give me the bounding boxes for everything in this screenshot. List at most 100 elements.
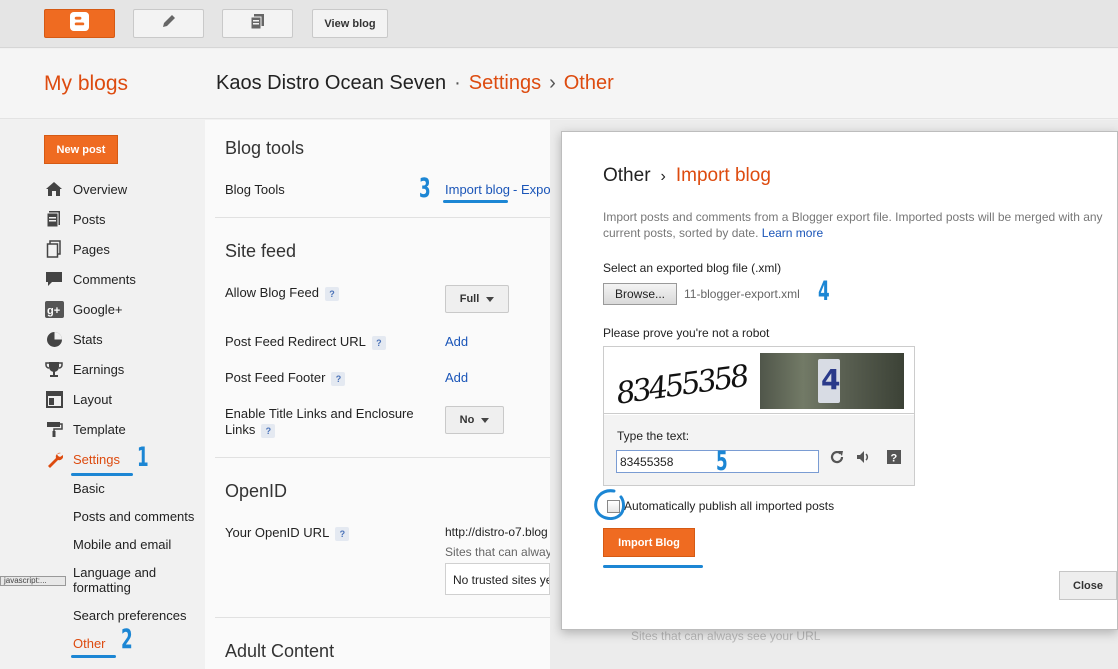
- browse-button[interactable]: Browse...: [603, 283, 677, 305]
- help-icon[interactable]: ?: [261, 423, 276, 438]
- selected-filename: 11-blogger-export.xml: [684, 287, 800, 301]
- sidebar-item-label: Overview: [73, 181, 128, 197]
- dropdown-value: No: [459, 414, 475, 426]
- documents-icon: [250, 13, 266, 35]
- breadcrumb-dot: ·: [454, 72, 461, 94]
- sidebar-item-layout[interactable]: Layout: [44, 389, 204, 409]
- svg-text:83455358: 83455358: [614, 358, 752, 411]
- annotation-number-2: 2: [121, 624, 133, 655]
- home-icon: [44, 180, 64, 198]
- breadcrumb: Kaos Distro Ocean Seven · Settings › Other: [216, 72, 614, 95]
- post-feed-redirect-row: Post Feed Redirect URL?: [225, 334, 386, 350]
- sidebar-subitem-other[interactable]: Other: [73, 636, 106, 651]
- sidebar-subitem-posts-comments[interactable]: Posts and comments: [73, 509, 194, 524]
- paint-roller-icon: [44, 420, 64, 438]
- post-feed-footer-label: Post Feed Footer: [225, 370, 326, 385]
- sidebar-item-label: Posts: [73, 211, 106, 227]
- view-blog-button[interactable]: View blog: [312, 9, 388, 38]
- blog-tools-dash: -: [513, 182, 518, 197]
- captcha-image: 83455358 4: [604, 347, 914, 414]
- posts-list-button[interactable]: [222, 9, 293, 38]
- help-icon[interactable]: ?: [335, 526, 350, 541]
- description-text: Import posts and comments from a Blogger…: [603, 210, 1103, 240]
- annotation-underline-import-button: [603, 565, 703, 568]
- wrench-icon: [44, 450, 64, 468]
- trusted-sites-note: Sites that can alway: [445, 545, 552, 559]
- import-blog-link[interactable]: Import blog: [445, 182, 510, 197]
- title-links-dropdown[interactable]: No: [445, 406, 504, 434]
- help-icon[interactable]: ?: [324, 286, 339, 301]
- import-blog-button[interactable]: Import Blog: [603, 528, 695, 557]
- divider: [215, 617, 550, 618]
- allow-blog-feed-dropdown[interactable]: Full: [445, 285, 509, 313]
- audio-icon[interactable]: [854, 448, 872, 466]
- captcha-photo-digit: 4: [821, 363, 841, 396]
- javascript-status-tag: javascript:...: [0, 576, 66, 586]
- sidebar-item-earnings[interactable]: Earnings: [44, 359, 204, 379]
- footer-add-link[interactable]: Add: [445, 370, 468, 385]
- trusted-sites-box: No trusted sites ye: [445, 563, 550, 595]
- sidebar-item-google-plus[interactable]: g+ Google+: [44, 299, 204, 319]
- sidebar-item-stats[interactable]: Stats: [44, 329, 204, 349]
- dialog-crumb-separator: ›: [660, 168, 666, 185]
- sidebar-item-template[interactable]: Template: [44, 419, 204, 439]
- sidebar-item-overview[interactable]: Overview: [44, 179, 204, 199]
- title-links-label: Enable Title Links and Enclosure Links: [225, 406, 414, 437]
- type-text-label: Type the text:: [617, 429, 690, 443]
- sidebar-item-label: Comments: [73, 271, 136, 287]
- svg-text:g+: g+: [47, 305, 60, 317]
- my-blogs-link[interactable]: My blogs: [44, 72, 128, 96]
- annotation-number-3: 3: [419, 173, 431, 204]
- help-icon[interactable]: ?: [371, 335, 386, 350]
- annotation-underline-import: [443, 200, 508, 203]
- dropdown-value: Full: [459, 293, 480, 305]
- redirect-add-link[interactable]: Add: [445, 334, 468, 349]
- breadcrumb-other: Other: [563, 72, 614, 94]
- sidebar-item-pages[interactable]: Pages: [44, 239, 204, 259]
- stats-icon: [44, 330, 64, 348]
- allow-blog-feed-row: Allow Blog Feed?: [225, 285, 339, 301]
- sidebar-item-label: Layout: [73, 391, 113, 407]
- refresh-icon[interactable]: [828, 448, 846, 466]
- openid-url-value: http://distro-o7.blog: [445, 525, 548, 539]
- dialog-crumb-import: Import blog: [675, 165, 771, 186]
- learn-more-link[interactable]: Learn more: [762, 226, 823, 240]
- title-links-row: Enable Title Links and Enclosure Links?: [225, 406, 430, 438]
- blog-tools-label: Blog Tools: [225, 182, 285, 197]
- openid-url-row: Your OpenID URL?: [225, 525, 350, 541]
- post-feed-redirect-label: Post Feed Redirect URL: [225, 334, 366, 349]
- new-post-pencil-button[interactable]: [133, 9, 204, 38]
- breadcrumb-settings[interactable]: Settings: [469, 72, 541, 94]
- blogger-logo-button[interactable]: [44, 9, 115, 38]
- annotation-circle-checkbox: [594, 489, 625, 520]
- captcha-help-icon[interactable]: ?: [885, 448, 903, 466]
- sidebar-subitem-search-preferences[interactable]: Search preferences: [73, 608, 186, 623]
- sidebar-item-label: Template: [73, 421, 126, 437]
- sidebar-subitem-mobile-email[interactable]: Mobile and email: [73, 537, 171, 552]
- sidebar-item-posts[interactable]: Posts: [44, 209, 204, 229]
- robot-check-label: Please prove you're not a robot: [603, 326, 770, 340]
- section-title-openid: OpenID: [225, 481, 288, 501]
- sidebar-item-comments[interactable]: Comments: [44, 269, 204, 289]
- comments-icon: [44, 270, 64, 288]
- section-title-adult-content: Adult Content: [225, 641, 335, 661]
- sidebar-item-label: Settings: [73, 451, 120, 467]
- breadcrumb-blog-name: Kaos Distro Ocean Seven: [216, 72, 447, 94]
- sidebar-item-settings[interactable]: Settings: [44, 449, 204, 469]
- sidebar-subitem-basic[interactable]: Basic: [73, 481, 105, 496]
- help-icon[interactable]: ?: [331, 371, 346, 386]
- dialog-crumb-other[interactable]: Other: [603, 165, 651, 186]
- sidebar-subitem-language-formatting[interactable]: Language and formatting: [73, 565, 183, 595]
- export-blog-link[interactable]: Expo: [521, 182, 551, 197]
- new-post-button[interactable]: New post: [44, 135, 118, 164]
- annotation-number-4: 4: [818, 276, 830, 307]
- post-feed-footer-row: Post Feed Footer?: [225, 370, 346, 386]
- openid-url-label: Your OpenID URL: [225, 525, 330, 540]
- divider: [215, 217, 550, 218]
- breadcrumb-arrow: ›: [549, 72, 556, 94]
- pencil-icon: [161, 13, 177, 34]
- blogger-icon: [70, 11, 89, 36]
- backdrop-text: Sites that can always see your URL: [631, 629, 821, 643]
- google-plus-icon: g+: [44, 300, 64, 318]
- close-button[interactable]: Close: [1059, 571, 1117, 600]
